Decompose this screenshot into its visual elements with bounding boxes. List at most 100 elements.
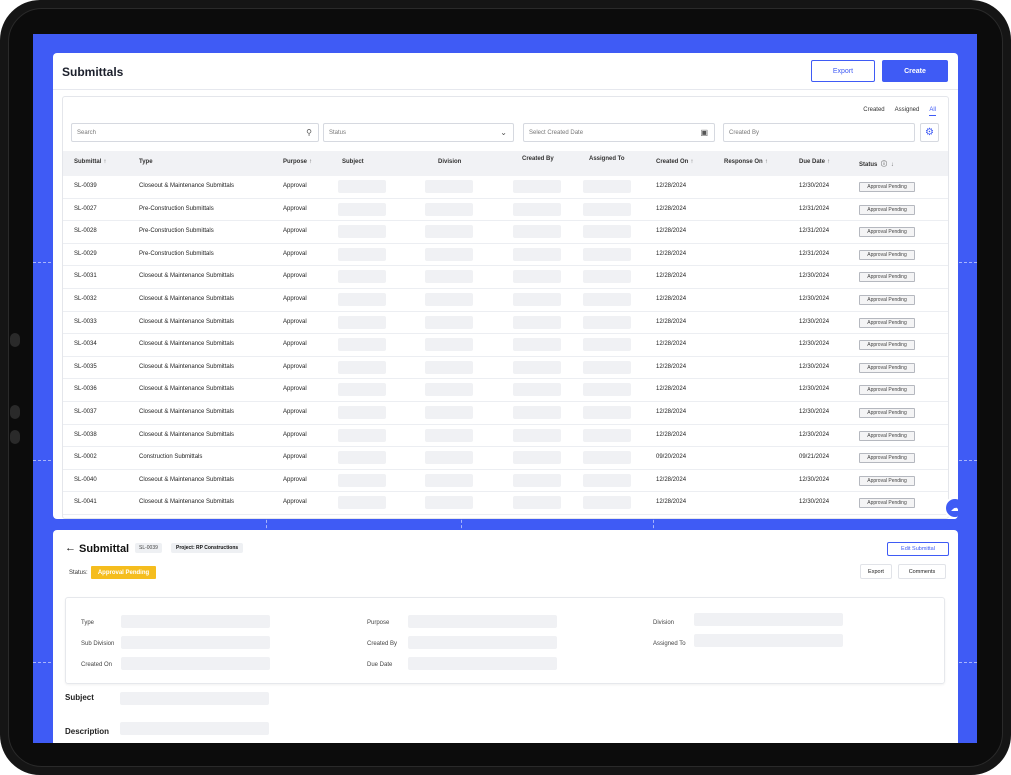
submittal-id: SL-0036 bbox=[74, 386, 97, 393]
status-badge: Approval Pending bbox=[859, 182, 915, 192]
subject-placeholder bbox=[338, 428, 386, 442]
submittal-id: SL-0029 bbox=[74, 250, 97, 257]
edit-submittal-button[interactable]: Edit Submittal bbox=[887, 542, 949, 556]
field-value-created-by bbox=[408, 636, 557, 649]
table-row[interactable]: SL-0038 Closeout & Maintenance Submittals… bbox=[63, 425, 948, 448]
table-row[interactable]: SL-0029 Pre-Construction Submittals Approv… bbox=[63, 244, 948, 267]
tab-assigned[interactable]: Assigned bbox=[895, 107, 920, 116]
table-row[interactable]: SL-0035 Closeout & Maintenance Submittals… bbox=[63, 357, 948, 380]
settings-button[interactable]: ⚙ bbox=[920, 123, 939, 142]
created-on-date: 12/28/2024 bbox=[656, 386, 687, 393]
chat-icon: ☁ bbox=[950, 502, 959, 513]
due-date: 12/31/2024 bbox=[799, 228, 830, 235]
due-date: 12/30/2024 bbox=[799, 409, 830, 415]
assigned-to-placeholder bbox=[583, 247, 631, 261]
comments-button[interactable]: Comments bbox=[898, 564, 946, 579]
status-badge: Approval Pending bbox=[859, 362, 915, 373]
subject-placeholder bbox=[338, 406, 386, 419]
tablet-frame: Submittals Export Create Created Assigne… bbox=[0, 0, 1011, 775]
division-placeholder bbox=[425, 473, 473, 487]
created-on-date: 12/28/2024 bbox=[656, 476, 687, 483]
sort-arrow-icon: ↑ bbox=[309, 159, 313, 165]
submittal-purpose: Approval bbox=[283, 205, 307, 212]
created-by-placeholder bbox=[513, 247, 561, 261]
table-row[interactable]: SL-0037 Closeout & Maintenance Submittals… bbox=[63, 402, 948, 425]
search-input[interactable]: Search ⚲ bbox=[71, 123, 319, 142]
export-button[interactable]: Export bbox=[811, 60, 875, 82]
status-badge: Approval Pending bbox=[859, 430, 915, 441]
tab-created[interactable]: Created bbox=[863, 107, 884, 116]
due-date: 12/30/2024 bbox=[799, 363, 830, 370]
table-row[interactable]: SL-0040 Closeout & Maintenance Submittals… bbox=[63, 470, 948, 493]
table-row[interactable]: SL-0028 Pre-Construction Submittals Approv… bbox=[63, 221, 948, 244]
table-row[interactable]: SL-0027 Pre-Construction Submittals Approv… bbox=[63, 199, 948, 222]
division-placeholder bbox=[425, 428, 473, 442]
subject-placeholder bbox=[338, 473, 386, 487]
submittal-id: SL-0037 bbox=[74, 409, 97, 415]
status-badge: Approval Pending bbox=[859, 317, 915, 328]
column-header-created-on[interactable]: Created On ↑ bbox=[656, 159, 693, 165]
date-placeholder: Select Created Date bbox=[529, 129, 584, 136]
created-by-placeholder bbox=[513, 293, 561, 306]
sort-arrow-icon: ↑ bbox=[103, 159, 107, 165]
field-value-type bbox=[121, 615, 270, 628]
status-badge: Approval Pending bbox=[859, 204, 915, 215]
subject-placeholder bbox=[338, 247, 386, 261]
submittal-purpose: Approval bbox=[283, 296, 307, 302]
submittal-id: SL-0027 bbox=[74, 205, 97, 212]
division-placeholder bbox=[425, 315, 473, 329]
column-header-response-on[interactable]: Response On ↑ bbox=[724, 159, 768, 165]
tab-all[interactable]: All bbox=[929, 107, 936, 116]
subject-placeholder bbox=[338, 202, 386, 216]
search-placeholder: Search bbox=[77, 129, 97, 136]
side-button bbox=[10, 430, 20, 444]
column-header-due-date[interactable]: Due Date ↑ bbox=[799, 159, 830, 165]
created-by-input[interactable]: Created By bbox=[723, 123, 915, 142]
division-placeholder bbox=[425, 293, 473, 306]
created-on-date: 12/28/2024 bbox=[656, 296, 687, 302]
table-row[interactable]: SL-0002 Construction Submittals Approval 09… bbox=[63, 447, 948, 470]
detail-title: Submittal bbox=[79, 543, 130, 555]
column-header-submittal[interactable]: Submittal ↑ bbox=[74, 159, 106, 165]
due-date: 12/30/2024 bbox=[799, 386, 830, 393]
gear-icon: ⚙ bbox=[925, 127, 934, 138]
status-badge: Approval Pending bbox=[859, 385, 915, 396]
description-value bbox=[120, 722, 269, 735]
submittal-type: Closeout & Maintenance Submittals bbox=[139, 296, 235, 302]
table-row[interactable]: SL-0039 Closeout & Maintenance Submittals… bbox=[63, 176, 948, 199]
created-by-placeholder bbox=[513, 473, 561, 487]
submittal-purpose: Approval bbox=[283, 250, 307, 257]
table-row[interactable]: SL-0036 Closeout & Maintenance Submittals… bbox=[63, 379, 948, 402]
info-icon: ⓘ bbox=[881, 162, 888, 168]
back-arrow-icon[interactable]: ← bbox=[65, 542, 76, 554]
table-row[interactable]: SL-0031 Closeout & Maintenance Submittals… bbox=[63, 266, 948, 289]
created-by-placeholder bbox=[513, 202, 561, 216]
submittal-type: Closeout & Maintenance Submittals bbox=[139, 499, 235, 506]
table-row[interactable]: SL-0041 Closeout & Maintenance Submittals… bbox=[63, 492, 948, 515]
created-on-date: 12/28/2024 bbox=[656, 183, 687, 189]
table-row[interactable]: SL-0032 Closeout & Maintenance Submittals… bbox=[63, 289, 948, 312]
status-badge: Approval Pending bbox=[859, 340, 915, 351]
submittal-purpose: Approval bbox=[283, 409, 307, 415]
submittal-type: Closeout & Maintenance Submittals bbox=[139, 476, 235, 483]
created-date-picker[interactable]: Select Created Date ▣ bbox=[523, 123, 715, 142]
table-row[interactable]: SL-0034 Closeout & Maintenance Submittals… bbox=[63, 334, 948, 357]
column-header-status[interactable]: Status ⓘ ↓ bbox=[859, 159, 894, 168]
subject-placeholder bbox=[338, 180, 386, 193]
table-row[interactable]: SL-0033 Closeout & Maintenance Submittals… bbox=[63, 312, 948, 335]
submittal-purpose: Approval bbox=[283, 499, 307, 506]
assigned-to-placeholder bbox=[583, 428, 631, 442]
submittal-id: SL-0038 bbox=[74, 431, 97, 438]
export-button[interactable]: Export bbox=[860, 564, 892, 579]
due-date: 12/30/2024 bbox=[799, 476, 830, 483]
due-date: 12/30/2024 bbox=[799, 296, 830, 302]
status-select[interactable]: Status ⌄ bbox=[323, 123, 514, 142]
submittal-purpose: Approval bbox=[283, 386, 307, 393]
create-button[interactable]: Create bbox=[882, 60, 948, 82]
assigned-to-placeholder bbox=[583, 293, 631, 306]
created-on-date: 12/28/2024 bbox=[656, 250, 687, 257]
field-value-assigned-to bbox=[694, 634, 843, 647]
column-header-purpose[interactable]: Purpose ↑ bbox=[283, 159, 312, 165]
subject-placeholder bbox=[338, 338, 386, 352]
created-by-placeholder bbox=[513, 428, 561, 442]
